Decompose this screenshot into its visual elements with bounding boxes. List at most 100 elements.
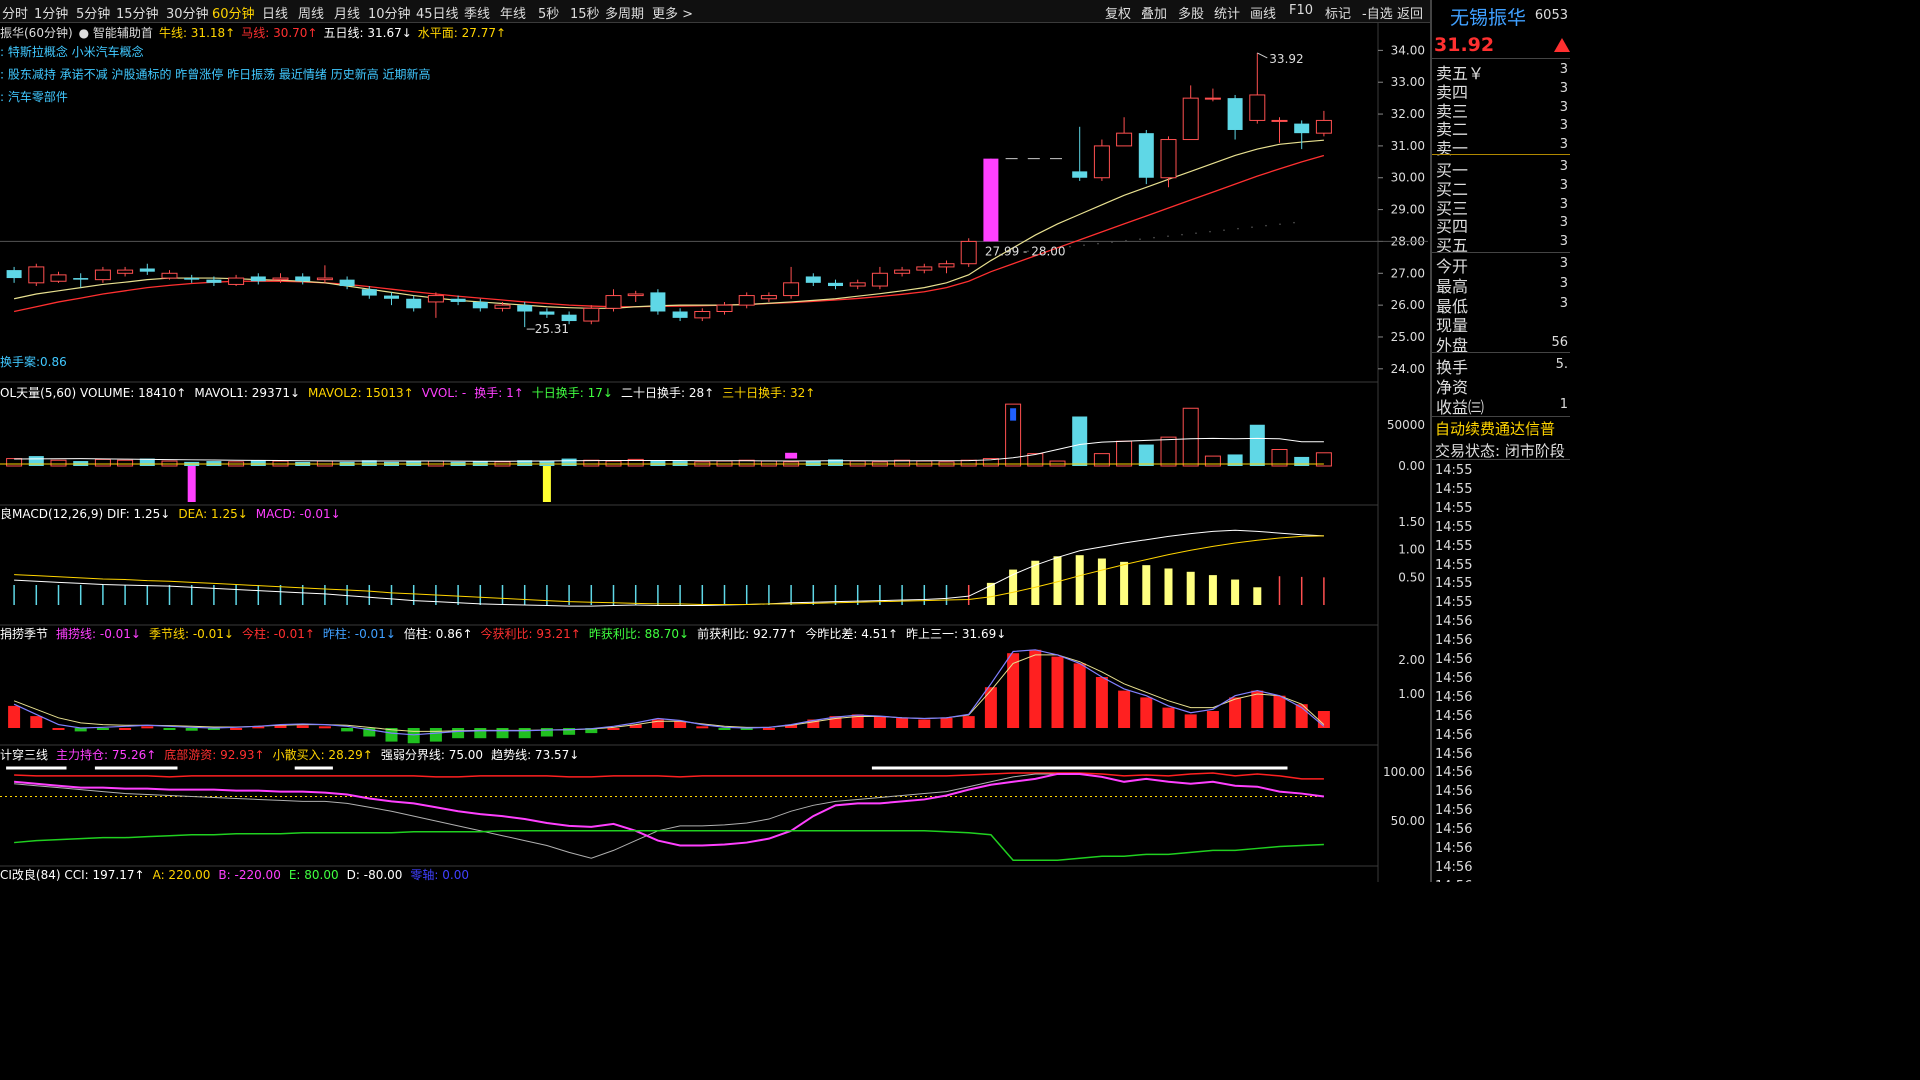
season-bar-40 <box>896 717 909 728</box>
tick-time-1: 14:55 <box>1435 481 1473 497</box>
candle-body-58 <box>1294 123 1310 134</box>
high-pointer <box>1257 52 1268 59</box>
period-tab-4[interactable]: 30分钟 <box>166 3 209 22</box>
season-bar-47 <box>1051 656 1064 728</box>
period-tab-7[interactable]: 周线 <box>298 3 324 22</box>
season-bar-6 <box>141 726 154 729</box>
tick-time-7: 14:55 <box>1435 595 1473 611</box>
macd-hist-53 <box>1186 571 1195 605</box>
buy-value-3: 3 <box>1559 215 1568 231</box>
period-tab-13[interactable]: 5秒 <box>538 3 559 22</box>
period-tab-11[interactable]: 季线 <box>464 3 490 22</box>
period-tab-6[interactable]: 日线 <box>262 3 288 22</box>
candle-body-54 <box>1204 97 1221 100</box>
period-tab-8[interactable]: 月线 <box>334 3 360 22</box>
volume-bar-0 <box>6 458 23 467</box>
volume-mark-yellow-down <box>542 466 551 502</box>
quote-panel: 无锡振华 6053 31.92 卖五￥ 3 卖四 3 卖三 3 卖二 3 卖一 3 买一 3 买二 3 买三 3 买四… <box>1430 0 1570 882</box>
candle-body-24 <box>539 311 555 315</box>
candle-body-25 <box>561 314 577 322</box>
candle-body-3 <box>73 278 89 280</box>
cci-header-item-0: CI改良(84) CCI: 197.17↑ <box>0 867 145 882</box>
candle-body-4 <box>94 269 111 281</box>
tool-button-2[interactable]: 多股 <box>1178 3 1204 22</box>
concept-line-0: : 特斯拉概念 小米汽车概念 <box>0 44 144 59</box>
price-tick-9: 33.00 <box>1391 75 1425 89</box>
period-tab-14[interactable]: 15秒 <box>570 3 600 22</box>
season-bar-44 <box>984 687 997 728</box>
price-tick-8: 32.00 <box>1391 107 1425 121</box>
season-bar-20 <box>452 728 465 739</box>
season-tick-1: 2.00 <box>1398 653 1425 667</box>
season-header-item-1: 捕捞线: -0.01↓ <box>56 626 141 641</box>
period-tab-2[interactable]: 5分钟 <box>76 3 110 22</box>
macd-header-item-2: MACD: -0.01↓ <box>256 507 341 521</box>
candle-body-37 <box>828 282 843 287</box>
volume-bar-2 <box>50 459 67 467</box>
three-header-item-0: 计穿三线 <box>0 747 48 762</box>
three-tick-1: 100.00 <box>1383 765 1425 779</box>
candle-body-10 <box>228 277 245 285</box>
candle-body-18 <box>406 298 422 309</box>
macd-tick-1: 1.00 <box>1398 543 1425 557</box>
season-bar-4 <box>96 728 109 730</box>
macd-hist-44 <box>986 582 995 605</box>
tick-time-15: 14:56 <box>1435 746 1473 762</box>
period-tab-3[interactable]: 15分钟 <box>116 3 159 22</box>
tool-button-6[interactable]: 标记 <box>1325 3 1351 22</box>
sep-4 <box>1432 416 1570 417</box>
ma-red-line <box>13 154 1325 313</box>
volume-bar-56 <box>1249 424 1265 466</box>
macd-header-item-1: DEA: 1.25↓ <box>178 507 247 521</box>
period-tab-9[interactable]: 10分钟 <box>368 3 411 22</box>
buy-value-4: 3 <box>1559 234 1568 250</box>
season-bar-14 <box>318 726 331 729</box>
notice-text: 自动续费通达信普 <box>1435 420 1556 438</box>
volume-header-item-6: 二十日换手: 28↑ <box>621 386 714 400</box>
stock-code: 6053 <box>1534 8 1568 23</box>
period-tab-0[interactable]: 分时 <box>2 3 28 22</box>
candle-body-8 <box>184 278 200 280</box>
candle-body-49 <box>1093 145 1110 179</box>
tool-button-3[interactable]: 统计 <box>1214 3 1240 22</box>
tool-button-1[interactable]: 叠加 <box>1141 3 1167 22</box>
period-tab-12[interactable]: 年线 <box>500 3 526 22</box>
candle-body-22 <box>494 304 511 309</box>
extra-value-0: 5. <box>1555 357 1568 372</box>
period-tab-16[interactable]: 更多 > <box>652 3 693 22</box>
tool-button-5[interactable]: F10 <box>1289 3 1313 18</box>
volume-header-item-7: 三十日换手: 32↑ <box>722 386 815 400</box>
period-tab-15[interactable]: 多周期 <box>605 3 644 22</box>
season-bar-59 <box>1317 711 1330 728</box>
buy-value-0: 3 <box>1559 159 1568 174</box>
price-header-item-5: 水平面: 27.77↑ <box>418 26 506 40</box>
tool-button-4[interactable]: 画线 <box>1250 3 1276 22</box>
season-bar-27 <box>607 728 620 730</box>
dot-9 <box>1125 239 1127 242</box>
cci-header: CI改良(84) CCI: 197.17↑ A: 220.00 B: -220.00… <box>0 867 469 882</box>
candle-body-52 <box>1160 139 1177 179</box>
dot-17 <box>1237 227 1239 230</box>
season-bar-41 <box>918 719 931 728</box>
low-annotation: 25.31 <box>535 322 569 336</box>
current-price: 31.92 <box>1434 34 1495 56</box>
period-tab-1[interactable]: 1分钟 <box>34 3 68 22</box>
tool-button-8[interactable]: 返回 <box>1397 3 1423 22</box>
period-tab-10[interactable]: 45日线 <box>416 3 459 22</box>
season-header-item-7: 昨获利比: 88.70↓ <box>589 627 689 641</box>
macd-hist-55 <box>1231 579 1240 605</box>
dot-8 <box>1111 241 1113 243</box>
tick-time-2: 14:55 <box>1435 500 1473 516</box>
tool-button-7[interactable]: -自选 <box>1362 3 1393 22</box>
volume-bar-54 <box>1204 455 1221 467</box>
price-header-item-3: 马线: 30.70↑ <box>241 26 317 40</box>
period-tab-5[interactable]: 60分钟 <box>212 3 255 22</box>
tool-button-0[interactable]: 复权 <box>1105 3 1131 22</box>
candle-body-14 <box>316 277 333 281</box>
season-bar-53 <box>1184 714 1197 728</box>
trade-status: 交易状态: 闭市阶段 <box>1435 442 1565 460</box>
volume-header-item-4: 换手: 1↑ <box>474 386 524 400</box>
candle-body-15 <box>339 279 355 287</box>
volume-bar-4 <box>94 458 111 467</box>
season-bar-24 <box>540 728 553 737</box>
